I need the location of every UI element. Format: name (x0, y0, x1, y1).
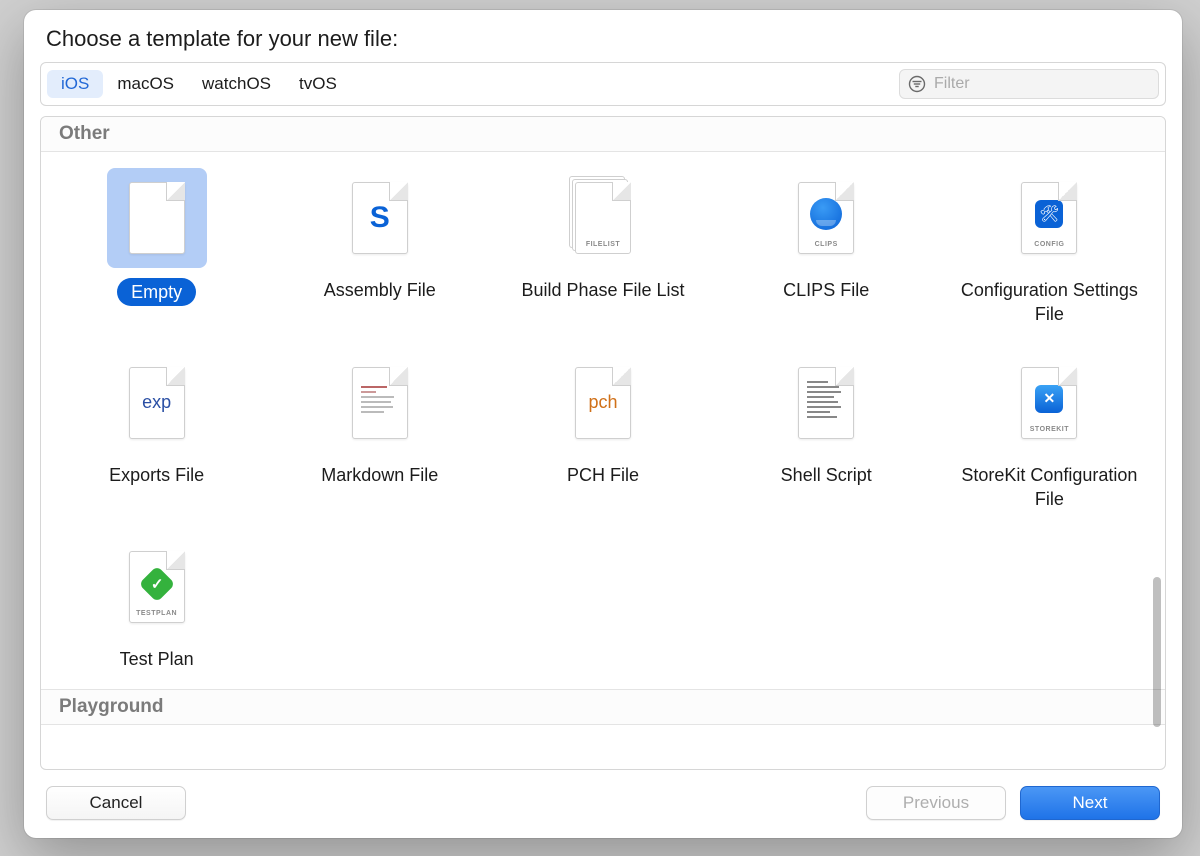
testplan-file-icon: ✓ TESTPLAN (107, 537, 207, 637)
template-config-settings[interactable]: 🛠 CONFIG Configuration Settings File (938, 162, 1161, 327)
template-build-phase-file-list[interactable]: FILELIST Build Phase File List (491, 162, 714, 327)
dialog-button-bar: Cancel Previous Next (24, 770, 1182, 838)
template-storekit-config[interactable]: ✕ STOREKIT StoreKit Configuration File (938, 347, 1161, 512)
empty-file-icon (107, 168, 207, 268)
templates-grid-other: Empty S Assembly File FILELIST Build Pha… (41, 152, 1165, 689)
template-label: Markdown File (321, 463, 438, 487)
pch-file-icon: pch (553, 353, 653, 453)
template-scroll-pane[interactable]: Other Empty S Assembly File (41, 117, 1165, 769)
template-label: Configuration Settings File (949, 278, 1149, 327)
template-test-plan[interactable]: ✓ TESTPLAN Test Plan (45, 531, 268, 671)
dialog-title: Choose a template for your new file: (24, 10, 1182, 62)
config-file-icon: 🛠 CONFIG (999, 168, 1099, 268)
section-header-other: Other (41, 117, 1165, 152)
template-clips-file[interactable]: CLIPS CLIPS File (715, 162, 938, 327)
template-label: Test Plan (120, 647, 194, 671)
template-label: Empty (117, 278, 196, 306)
platform-bar: iOS macOS watchOS tvOS (40, 62, 1166, 106)
filter-field[interactable] (899, 69, 1159, 99)
clips-file-icon: CLIPS (776, 168, 876, 268)
previous-button[interactable]: Previous (866, 786, 1006, 820)
section-header-playground: Playground (41, 689, 1165, 725)
template-markdown-file[interactable]: Markdown File (268, 347, 491, 512)
assembly-file-icon: S (330, 168, 430, 268)
platform-tabs: iOS macOS watchOS tvOS (47, 70, 351, 98)
filter-input[interactable] (934, 75, 1150, 93)
filelist-icon: FILELIST (553, 168, 653, 268)
scrollbar-vertical[interactable] (1153, 577, 1161, 727)
template-label: StoreKit Configuration File (949, 463, 1149, 512)
template-label: Build Phase File List (521, 278, 684, 302)
template-label: Shell Script (781, 463, 872, 487)
new-file-template-dialog: Choose a template for your new file: iOS… (24, 10, 1182, 838)
next-button[interactable]: Next (1020, 786, 1160, 820)
template-content-area: Other Empty S Assembly File (40, 116, 1166, 770)
template-pch-file[interactable]: pch PCH File (491, 347, 714, 512)
template-assembly-file[interactable]: S Assembly File (268, 162, 491, 327)
template-label: CLIPS File (783, 278, 869, 302)
storekit-file-icon: ✕ STOREKIT (999, 353, 1099, 453)
template-label: PCH File (567, 463, 639, 487)
exports-file-icon: exp (107, 353, 207, 453)
template-label: Assembly File (324, 278, 436, 302)
template-label: Exports File (109, 463, 204, 487)
shell-script-icon (776, 353, 876, 453)
template-empty[interactable]: Empty (45, 162, 268, 327)
platform-tab-tvos[interactable]: tvOS (285, 70, 351, 98)
platform-tab-watchos[interactable]: watchOS (188, 70, 285, 98)
cancel-button[interactable]: Cancel (46, 786, 186, 820)
markdown-file-icon (330, 353, 430, 453)
platform-tab-macos[interactable]: macOS (103, 70, 188, 98)
template-shell-script[interactable]: Shell Script (715, 347, 938, 512)
filter-icon (908, 75, 926, 93)
template-exports-file[interactable]: exp Exports File (45, 347, 268, 512)
platform-tab-ios[interactable]: iOS (47, 70, 103, 98)
